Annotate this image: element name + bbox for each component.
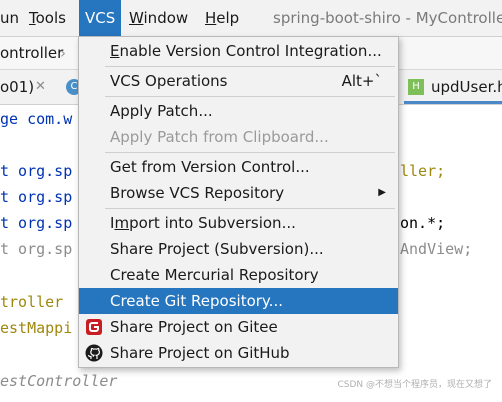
menu-bar: un Tools VCS Window Help spring-boot-shi…	[0, 0, 502, 37]
menu-item-import-subversion[interactable]: Import into Subversion...	[79, 210, 398, 236]
mnemonic-letter: m	[114, 214, 130, 232]
mnemonic-letter: E	[110, 42, 120, 60]
menu-item-apply-patch-clipboard: Apply Patch from Clipboard...	[79, 124, 398, 150]
breadcrumb-item[interactable]: ontroller	[0, 37, 63, 69]
tab-label[interactable]: o01)	[0, 70, 34, 104]
menu-item-label: Import into Subversion...	[110, 214, 296, 232]
menu-item-label: Create Mercurial Repository	[110, 266, 319, 284]
watermark: CSDN @不想当个程序员，现在又想了	[337, 380, 492, 390]
menu-item-get-from-vcs[interactable]: Get from Version Control...	[79, 154, 398, 180]
code-line: troller	[0, 293, 63, 311]
menu-item-create-mercurial[interactable]: Create Mercurial Repository	[79, 262, 398, 288]
menu-item-label: Share Project (Subversion)...	[110, 240, 324, 258]
code-text: estController	[0, 372, 118, 390]
tab-label-upduser[interactable]: updUser.h	[431, 70, 502, 104]
code-text: estMappi	[0, 319, 73, 337]
menu-tools-mnemonic: T	[29, 9, 36, 27]
active-tab-indicator	[404, 101, 502, 104]
code-text: t org.sp	[0, 240, 73, 258]
code-fragment: AndView;	[400, 240, 473, 258]
code-line: t org.sp	[0, 162, 72, 180]
menu-tools-label: ools	[35, 9, 66, 27]
menu-item-enable-vcs[interactable]: Enable Version Control Integration...	[79, 38, 398, 64]
menu-separator	[105, 96, 395, 97]
menu-item-label: Apply Patch...	[110, 102, 213, 120]
html-icon: H	[408, 79, 424, 95]
menu-item-share-github[interactable]: Share Project on GitHub	[79, 340, 398, 366]
code-text: t org.sp	[0, 188, 73, 206]
menu-help-label: elp	[216, 9, 240, 27]
code-line: ge com.w	[0, 110, 72, 128]
menu-help[interactable]: Help	[199, 0, 245, 36]
code-text: t org.sp	[0, 162, 73, 180]
code-line: t org.sp	[0, 214, 72, 232]
menu-separator	[105, 66, 395, 67]
menu-run[interactable]: un	[0, 0, 25, 36]
github-icon	[85, 344, 103, 362]
menu-item-browse-vcs[interactable]: Browse VCS Repository ▶	[79, 180, 398, 206]
shortcut-label: Alt+`	[341, 72, 382, 90]
close-icon[interactable]: ✕	[35, 70, 46, 104]
menu-item-label: VCS Operations	[110, 72, 228, 90]
menu-window-label: indow	[143, 9, 189, 27]
menu-item-label: Share Project on Gitee	[110, 318, 278, 336]
menu-window[interactable]: Window	[123, 0, 194, 36]
vcs-menu: Enable Version Control Integration... VC…	[78, 36, 399, 368]
menu-item-share-gitee[interactable]: Share Project on Gitee	[79, 314, 398, 340]
menu-item-label: Share Project on GitHub	[110, 344, 290, 362]
menu-vcs-label: VCS	[85, 9, 116, 27]
code-text: ge com.w	[0, 110, 73, 128]
code-line: t org.sp	[0, 240, 72, 258]
code-text: t org.sp	[0, 214, 73, 232]
code-fragment: on.*;	[400, 214, 446, 232]
menu-item-label: Browse VCS Repository	[110, 184, 285, 202]
code-line: t org.sp	[0, 188, 72, 206]
menu-help-mnemonic: H	[205, 9, 217, 27]
code-line: estController	[0, 372, 117, 390]
menu-window-mnemonic: W	[129, 9, 144, 27]
menu-item-label: Create Git Repository...	[110, 292, 283, 310]
menu-vcs[interactable]: VCS	[79, 0, 122, 36]
menu-tools[interactable]: Tools	[23, 0, 72, 36]
chevron-right-icon: ›	[60, 44, 66, 62]
menu-item-apply-patch[interactable]: Apply Patch...	[79, 98, 398, 124]
menu-item-label: Apply Patch from Clipboard...	[110, 128, 329, 146]
code-line: estMappi	[0, 319, 72, 337]
menu-run-label: un	[0, 9, 20, 27]
menu-item-label: Get from Version Control...	[110, 158, 310, 176]
menu-item-share-subversion[interactable]: Share Project (Subversion)...	[79, 236, 398, 262]
menu-item-label: Enable Version Control Integration...	[110, 42, 382, 60]
code-text: troller	[0, 293, 64, 311]
submenu-arrow-icon: ▶	[378, 187, 386, 198]
menu-item-create-git[interactable]: Create Git Repository...	[79, 288, 398, 314]
gitee-icon	[86, 319, 102, 335]
window-title: spring-boot-shiro - MyController	[273, 9, 502, 27]
code-fragment: ller;	[400, 162, 446, 180]
menu-separator	[105, 152, 395, 153]
menu-separator	[105, 208, 395, 209]
menu-item-vcs-operations[interactable]: VCS Operations Alt+`	[79, 68, 398, 94]
